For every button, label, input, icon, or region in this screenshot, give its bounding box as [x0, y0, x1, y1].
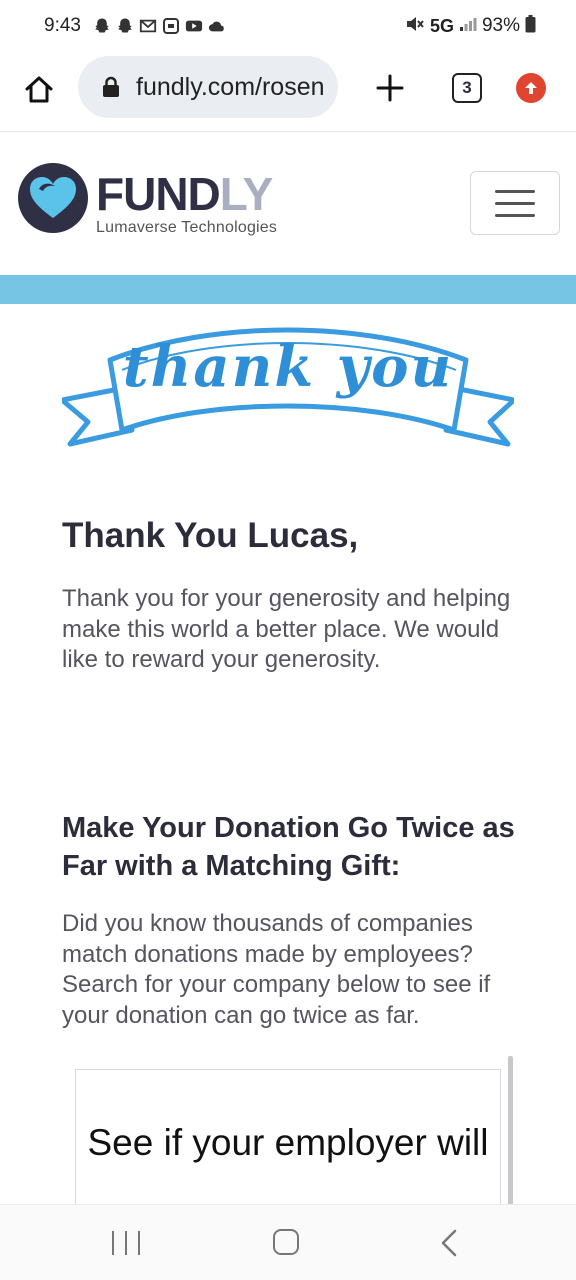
battery-percent: 93%: [481, 15, 520, 36]
notification-icons: [93, 17, 226, 35]
status-time: 9:43: [44, 15, 81, 36]
status-bar: 9:43 5G 93%: [0, 0, 576, 52]
matching-gift-heading: Make Your Donation Go Twice as Far with …: [62, 812, 515, 882]
banner-text: thank you: [122, 334, 454, 400]
greeting-heading: Thank You Lucas,: [62, 516, 359, 555]
recents-line: [112, 1231, 114, 1255]
main-content: thank you Thank You Lucas, Thank you for…: [0, 304, 576, 1204]
status-right: 5G 93%: [405, 14, 536, 38]
arrow-up-icon: [525, 82, 537, 94]
update-button[interactable]: [516, 73, 546, 103]
menu-line: [495, 201, 535, 205]
recents-button[interactable]: [112, 1231, 140, 1255]
thank-you-paragraph: Thank you for your generosity and helpin…: [62, 585, 511, 673]
url-text: fundly.com/rosen: [136, 72, 325, 101]
home-button[interactable]: [20, 71, 58, 109]
plus-icon: [376, 74, 404, 102]
lock-icon: [103, 76, 119, 97]
new-tab-button[interactable]: [372, 70, 408, 106]
system-nav-bar: [0, 1204, 576, 1280]
cloud-icon: [208, 17, 226, 35]
signal-icon: [459, 16, 477, 37]
employer-match-widget[interactable]: See if your employer will: [75, 1069, 501, 1204]
site-header: FUNDLY Lumaverse Technologies: [0, 133, 576, 275]
address-bar[interactable]: fundly.com/rosen: [78, 56, 338, 118]
youtube-icon: [185, 17, 203, 35]
home-nav-button[interactable]: [273, 1229, 299, 1255]
menu-line: [495, 189, 535, 193]
widget-heading: See if your employer will: [87, 1122, 489, 1163]
logo-heart-icon: [18, 163, 88, 233]
tab-switcher-button[interactable]: 3: [452, 73, 482, 103]
scrollbar-thumb[interactable]: [508, 1056, 513, 1204]
recents-line: [138, 1231, 140, 1255]
fundly-logo[interactable]: FUNDLY Lumaverse Technologies: [18, 163, 277, 237]
matching-gift-paragraph: Did you know thousands of companies matc…: [62, 910, 491, 1029]
status-left: 9:43: [44, 15, 226, 37]
app-icon: [162, 17, 180, 35]
brand-tagline: Lumaverse Technologies: [96, 219, 278, 236]
accent-strip: [0, 275, 576, 304]
gmail-icon: [139, 17, 157, 35]
recents-line: [125, 1231, 127, 1255]
back-button[interactable]: [438, 1229, 460, 1257]
menu-line: [495, 213, 535, 217]
tab-count: 3: [462, 78, 472, 97]
home-icon: [25, 76, 53, 103]
chevron-left-icon: [441, 1229, 457, 1257]
brand-name: FUNDLY: [96, 168, 273, 220]
snapchat-icon: [93, 17, 111, 35]
hamburger-menu-button[interactable]: [470, 171, 560, 235]
network-type: 5G: [429, 15, 454, 36]
thank-you-banner: thank you: [62, 322, 514, 472]
browser-toolbar: fundly.com/rosen 3: [0, 52, 576, 132]
snapchat-icon: [116, 17, 134, 35]
battery-icon: [525, 14, 536, 38]
logo-text: FUNDLY Lumaverse Technologies: [96, 171, 277, 237]
mute-icon: [405, 15, 425, 38]
